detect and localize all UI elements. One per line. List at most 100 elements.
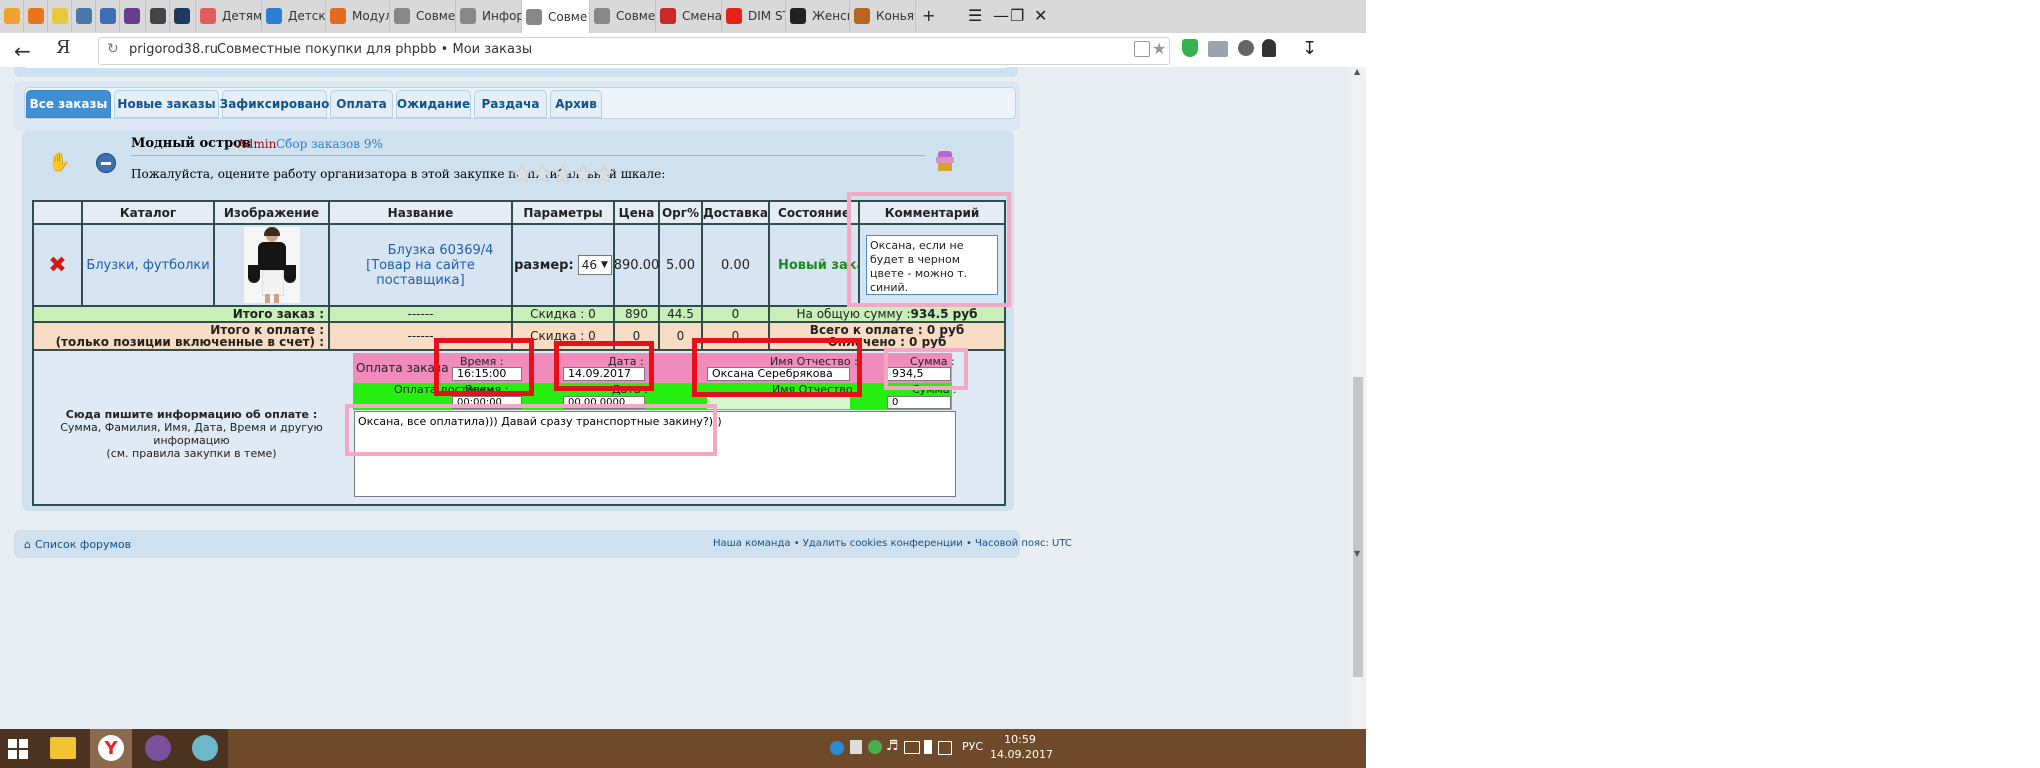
paint-icon[interactable]: [192, 735, 218, 761]
tab-order-status-6[interactable]: Архив: [550, 90, 602, 118]
browser-tab[interactable]: Совмест: [590, 0, 656, 32]
footer-links[interactable]: Наша команда • Удалить cookies конференц…: [713, 538, 1072, 549]
rating-star-icon[interactable]: ★: [593, 160, 614, 188]
tray-flag-icon[interactable]: [850, 740, 862, 754]
browser-tab[interactable]: Информ: [456, 0, 522, 32]
delete-icon[interactable]: ✖: [48, 253, 66, 278]
browser-tab[interactable]: [120, 0, 146, 32]
browser-tab[interactable]: [24, 0, 48, 32]
rating-star-icon[interactable]: ★: [532, 160, 553, 188]
tab-order-status-5[interactable]: Раздача: [474, 90, 547, 118]
restore-icon[interactable]: ❐: [1010, 6, 1024, 25]
new-tab-button[interactable]: +: [922, 6, 935, 25]
tray-app-icon[interactable]: [830, 741, 844, 755]
browser-tab[interactable]: Совмест: [390, 0, 456, 32]
monitor-icon[interactable]: [904, 741, 920, 754]
tab-order-status-4[interactable]: Ожидание: [396, 90, 471, 118]
back-arrow-icon[interactable]: ←: [14, 39, 31, 63]
url-page-title: Совместные покупки для phpbb • Мои заказ…: [217, 42, 533, 57]
browser-tab[interactable]: [48, 0, 72, 32]
browser-tab[interactable]: [96, 0, 120, 32]
browser-tab[interactable]: Смена п: [656, 0, 722, 32]
reload-icon[interactable]: ↻: [107, 41, 119, 57]
clock-date: 14.09.2017: [990, 748, 1053, 761]
tab-label: Информ: [482, 9, 521, 23]
tab-favicon-icon: [174, 8, 190, 24]
product-image[interactable]: [243, 227, 300, 303]
browser-tab[interactable]: [72, 0, 96, 32]
browser-tab[interactable]: Женская: [786, 0, 850, 32]
download-icon[interactable]: ↧: [1302, 38, 1317, 59]
alice-icon[interactable]: [1262, 39, 1276, 57]
total-discount: Скидка : 0: [513, 307, 613, 321]
tab-order-status-2[interactable]: Зафиксировано: [220, 90, 329, 118]
extension-icon[interactable]: [1208, 41, 1228, 57]
turbo-icon[interactable]: [1238, 40, 1254, 56]
sum-input-2[interactable]: 0: [887, 396, 951, 409]
total-org: 44.5: [660, 307, 701, 321]
product-name-link[interactable]: Блузка 60369/4: [388, 243, 494, 258]
collection-link[interactable]: Сбор заказов 9%: [276, 137, 383, 151]
rating-star-icon[interactable]: ★: [573, 160, 594, 188]
tab-order-status-3[interactable]: Оплата: [330, 90, 393, 118]
chevron-down-icon: ▼: [600, 260, 608, 270]
browser-tab[interactable]: DIM STU: [722, 0, 786, 32]
rating-star-icon[interactable]: ★: [511, 160, 532, 188]
windows-start-icon[interactable]: [8, 739, 28, 759]
browser-tab[interactable]: [0, 0, 24, 32]
total-sum-value: 934.5 руб: [910, 307, 978, 321]
battery-icon[interactable]: [924, 740, 932, 754]
keyboard-icon[interactable]: [938, 741, 952, 755]
tab-order-status-1[interactable]: Новые заказы: [114, 90, 219, 118]
bookmark-star-icon[interactable]: ★: [1152, 39, 1166, 58]
size-select[interactable]: 46 ▼: [577, 255, 612, 275]
catalog-cell[interactable]: Блузки, футболки: [83, 225, 213, 305]
browser-tab[interactable]: Детям -: [196, 0, 262, 32]
menu-icon[interactable]: ☰: [968, 6, 982, 25]
tab-label: Женская: [812, 9, 849, 23]
url-field[interactable]: ↻ prigorod38.ru Совместные покупки для p…: [98, 37, 1170, 65]
vertical-scrollbar[interactable]: ▲ ▼: [1350, 67, 1366, 729]
gift-icon[interactable]: [936, 151, 954, 171]
annotation-red-date: [554, 341, 654, 391]
remove-icon[interactable]: [96, 153, 116, 173]
supplier-link[interactable]: [Товар на сайте поставщика]: [330, 258, 511, 288]
shop-name[interactable]: Модный остров: [131, 136, 251, 151]
shop-admin[interactable]: Admin: [237, 137, 276, 151]
file-explorer-icon[interactable]: [50, 737, 76, 759]
yandex-logo-icon[interactable]: Я: [56, 37, 71, 58]
viber-icon[interactable]: [145, 735, 171, 761]
scrollbar-thumb[interactable]: [1353, 377, 1363, 677]
yandex-browser-icon: Y: [98, 735, 124, 761]
tab-favicon-icon: [526, 8, 542, 25]
tray-security-icon[interactable]: [868, 740, 882, 754]
scroll-down-icon[interactable]: ▼: [1354, 549, 1360, 558]
rating-stars: ★★★★★: [511, 160, 615, 188]
forum-list-link[interactable]: ⌂ Список форумов: [24, 538, 131, 551]
status-cell: Новый заказ: [770, 225, 858, 305]
browser-tab[interactable]: [146, 0, 170, 32]
browser-tab[interactable]: Коньячн: [850, 0, 916, 32]
scroll-up-icon[interactable]: ▲: [1354, 67, 1360, 76]
divider: [131, 155, 925, 156]
browser-tab[interactable]: Совме✕: [522, 0, 590, 33]
rating-star-icon[interactable]: ★: [552, 160, 573, 188]
translate-icon[interactable]: [1134, 41, 1150, 57]
tab-label: Смена п: [682, 9, 722, 23]
browser-tab[interactable]: [170, 0, 196, 32]
hand-pointer-icon[interactable]: ✋: [48, 152, 70, 173]
payment-instructions-line1: Сумма, Фамилия, Имя, Дата, Время и другу…: [60, 421, 323, 447]
language-indicator[interactable]: РУС: [962, 740, 983, 753]
browser-tab[interactable]: Модуль: [326, 0, 390, 32]
protect-shield-icon[interactable]: [1182, 39, 1198, 57]
minimize-icon[interactable]: —: [993, 6, 1009, 25]
volume-icon[interactable]: ♬: [886, 738, 899, 754]
browser-tab[interactable]: Детская: [262, 0, 326, 32]
name-input-2[interactable]: [707, 396, 850, 409]
close-window-icon[interactable]: ✕: [1034, 6, 1047, 25]
yandex-browser-task[interactable]: Y: [90, 729, 132, 768]
tab-all-orders[interactable]: Все заказы: [26, 90, 111, 118]
annotation-red-name: [692, 338, 862, 397]
annotation-pink-message: [345, 404, 717, 456]
clock[interactable]: 10:59 14.09.2017: [990, 732, 1053, 762]
